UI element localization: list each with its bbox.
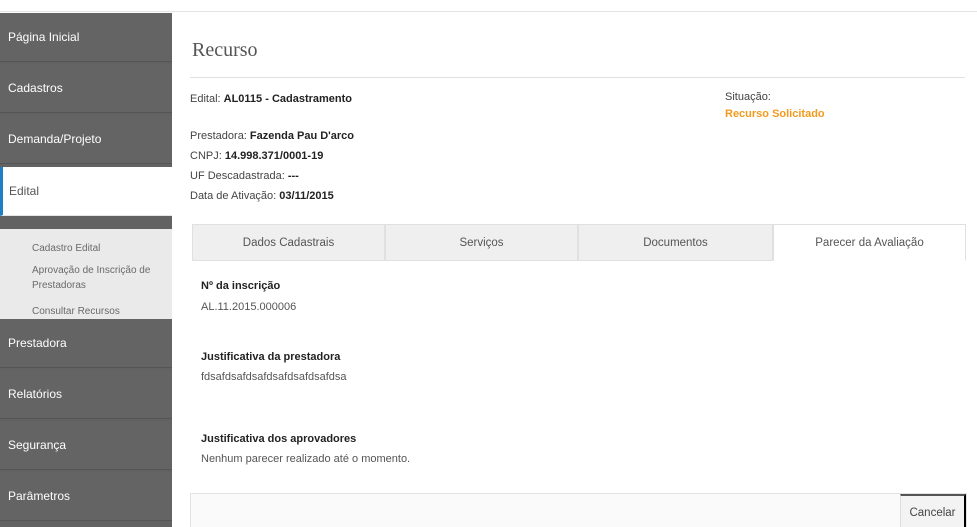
justificativa-prestadora-label: Justificativa da prestadora xyxy=(201,351,341,363)
tab-documentos[interactable]: Documentos xyxy=(578,224,773,261)
tab-servicos[interactable]: Serviços xyxy=(385,224,578,261)
sidebar-item-seguranca[interactable]: Segurança xyxy=(0,421,172,470)
sidebar-item-pagina-inicial[interactable]: Página Inicial xyxy=(0,13,172,62)
submenu-item-consultar-recursos[interactable]: Consultar Recursos xyxy=(32,304,166,319)
title-divider xyxy=(190,77,965,78)
action-bar: Cancelar xyxy=(190,493,967,527)
tab-bar: Dados Cadastrais Serviços Documentos Par… xyxy=(192,224,967,261)
sidebar-item-prestadora[interactable]: Prestadora xyxy=(0,319,172,368)
sidebar-item-parametros[interactable]: Parâmetros xyxy=(0,472,172,521)
uf-value: --- xyxy=(287,170,299,182)
cnpj-info: CNPJ: 14.998.371/0001-19 xyxy=(190,150,323,162)
edital-value: AL0115 - Cadastramento xyxy=(223,93,353,105)
submenu-item-aprovacao-inscricao[interactable]: Aprovação de Inscrição de Prestadoras xyxy=(32,263,166,293)
edital-info: Edital: AL0115 - Cadastramento xyxy=(190,93,352,105)
edital-label: Edital: xyxy=(190,93,224,105)
sidebar: Página Inicial Cadastros Demanda/Projeto… xyxy=(0,13,172,527)
cnpj-label: CNPJ: xyxy=(190,150,225,162)
justificativa-aprovadores-value: Nenhum parecer realizado até o momento. xyxy=(201,453,411,465)
prestadora-info: Prestadora: Fazenda Pau D'arco xyxy=(190,130,354,142)
sidebar-item-cadastros[interactable]: Cadastros xyxy=(0,64,172,113)
situacao-label: Situação: xyxy=(725,91,771,103)
uf-label: UF Descadastrada: xyxy=(190,170,288,182)
edital-submenu: Cadastro Edital Aprovação de Inscrição d… xyxy=(0,229,172,333)
prestadora-value: Fazenda Pau D'arco xyxy=(249,130,355,142)
ativacao-value: 03/11/2015 xyxy=(279,190,334,202)
inscricao-label: Nº da inscrição xyxy=(201,280,281,292)
justificativa-prestadora-value: fdsafdsafdsafdsafdsafdsafdsa xyxy=(201,371,347,383)
justificativa-aprovadores-label: Justificativa dos aprovadores xyxy=(201,433,357,445)
ativacao-label: Data de Ativação: xyxy=(190,190,280,202)
submenu-item-cadastro-edital[interactable]: Cadastro Edital xyxy=(32,241,166,256)
uf-info: UF Descadastrada: --- xyxy=(190,170,299,182)
top-border xyxy=(0,0,977,12)
cancel-button[interactable]: Cancelar xyxy=(900,494,966,527)
tab-dados-cadastrais[interactable]: Dados Cadastrais xyxy=(192,224,385,261)
prestadora-label: Prestadora: xyxy=(190,130,250,142)
sidebar-item-edital[interactable]: Edital xyxy=(0,167,172,216)
situacao-status: Recurso Solicitado xyxy=(725,108,825,120)
page-title: Recurso xyxy=(192,39,258,61)
inscricao-value: AL.11.2015.000006 xyxy=(201,301,297,313)
sidebar-item-relatorios[interactable]: Relatórios xyxy=(0,370,172,419)
cnpj-value: 14.998.371/0001-19 xyxy=(224,150,324,162)
sidebar-item-demanda-projeto[interactable]: Demanda/Projeto xyxy=(0,115,172,164)
tab-parecer-avaliacao[interactable]: Parecer da Avaliação xyxy=(773,224,966,261)
ativacao-info: Data de Ativação: 03/11/2015 xyxy=(190,190,334,202)
